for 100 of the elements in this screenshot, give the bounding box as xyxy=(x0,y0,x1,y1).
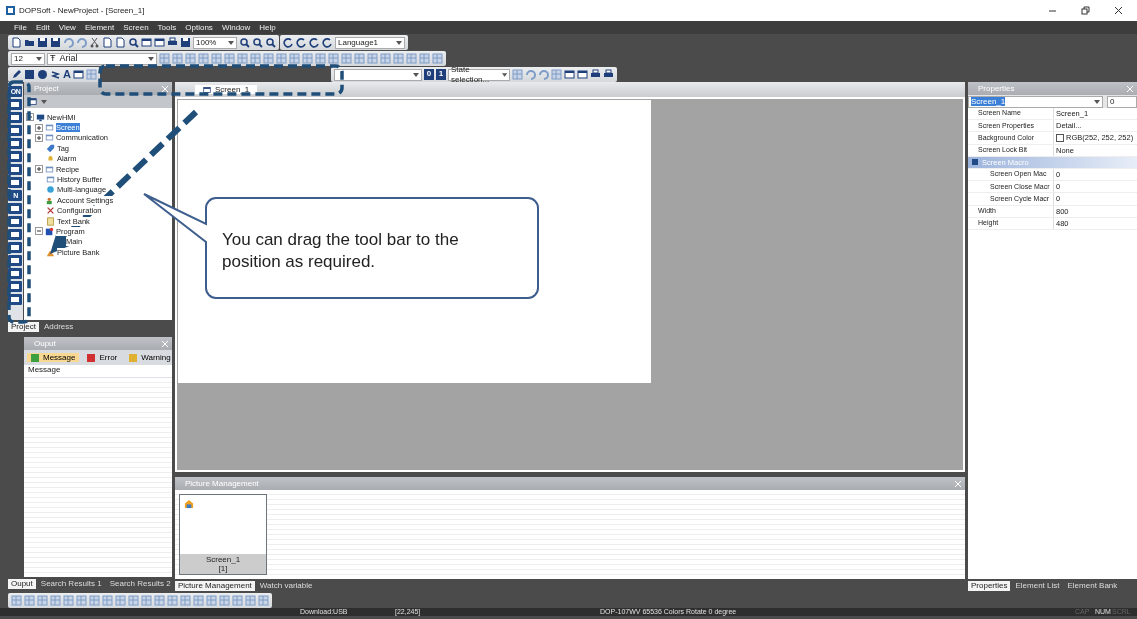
circle-icon[interactable] xyxy=(37,69,48,80)
tool-button[interactable] xyxy=(8,268,23,279)
tool-button[interactable] xyxy=(8,99,23,110)
caret-icon[interactable] xyxy=(148,56,154,61)
tool-button[interactable] xyxy=(8,255,23,266)
rotate-icon[interactable] xyxy=(283,37,294,48)
menu-item[interactable]: Screen xyxy=(123,22,149,33)
panel-title: Project xyxy=(32,83,59,94)
editor-tab[interactable]: Screen_1 xyxy=(195,84,258,95)
plus-box-icon[interactable] xyxy=(34,165,43,174)
printer-icon[interactable] xyxy=(602,69,614,80)
thumbnail-name: Screen_1 xyxy=(204,555,242,564)
font-name[interactable]: Arial xyxy=(59,53,78,64)
bit-button[interactable]: 1 xyxy=(435,69,446,80)
globe-icon xyxy=(45,185,55,195)
window-icon[interactable] xyxy=(141,37,152,48)
panel-tab[interactable]: Project xyxy=(8,321,39,332)
tool-button[interactable] xyxy=(8,294,23,305)
bit-button[interactable]: 0 xyxy=(423,69,434,80)
zigzag-icon[interactable] xyxy=(50,69,61,80)
state-dropdown[interactable]: State selection... xyxy=(447,68,510,81)
menu-item[interactable]: Edit xyxy=(35,22,50,33)
tool-button[interactable] xyxy=(8,242,23,253)
tools-icon xyxy=(45,206,55,216)
magnifier-icon[interactable] xyxy=(252,37,263,48)
language-dropdown[interactable]: Language1 xyxy=(335,36,405,49)
square-icon[interactable] xyxy=(24,69,35,80)
tool-button[interactable] xyxy=(8,229,23,240)
caret-icon[interactable] xyxy=(1094,99,1100,104)
window-icon[interactable] xyxy=(72,69,84,80)
index-field[interactable]: 0 xyxy=(1107,95,1137,108)
tool-button[interactable] xyxy=(8,112,23,123)
caret-icon[interactable] xyxy=(412,72,419,77)
panel-tab[interactable]: Element List xyxy=(1012,580,1063,591)
pencil-icon[interactable] xyxy=(11,69,22,80)
magnifier-icon[interactable] xyxy=(128,37,139,48)
caret-icon[interactable] xyxy=(36,56,42,61)
panel-tab[interactable]: Properties xyxy=(968,580,1011,591)
monitor-icon xyxy=(35,112,45,122)
tool-button[interactable] xyxy=(8,164,23,175)
font-type-glyph: Ŧ xyxy=(50,53,56,64)
tool-button[interactable] xyxy=(8,125,23,136)
screen-thumbnail[interactable]: Screen_1 [1] xyxy=(179,494,267,575)
menu-item[interactable]: Help xyxy=(259,22,276,33)
filter-button[interactable]: Error xyxy=(83,352,122,363)
magnifier-icon[interactable] xyxy=(239,37,250,48)
caret-icon[interactable] xyxy=(228,40,234,45)
caret-icon[interactable] xyxy=(396,40,402,45)
panel-title: Picture Management xyxy=(184,478,259,489)
caret-icon[interactable] xyxy=(501,72,507,77)
message-icon xyxy=(87,353,96,362)
panel-tab[interactable]: Picture Management xyxy=(175,580,255,591)
tool-button[interactable] xyxy=(8,138,23,149)
document-icon[interactable] xyxy=(115,37,126,48)
text-tool-glyph[interactable]: A xyxy=(63,67,71,82)
panel-tab[interactable]: Search Results 1 xyxy=(37,578,105,589)
zoom-dropdown[interactable]: 100% xyxy=(193,36,237,49)
printer-icon[interactable] xyxy=(167,37,178,48)
tool-button[interactable] xyxy=(8,177,23,188)
people-icon xyxy=(45,195,55,205)
window-icon[interactable] xyxy=(154,37,165,48)
window-icon[interactable] xyxy=(576,69,588,80)
menu-item[interactable]: Tools xyxy=(157,22,177,33)
rotate-icon[interactable] xyxy=(322,37,333,48)
element-dropdown[interactable] xyxy=(333,68,422,81)
note-icon xyxy=(45,216,55,226)
scissors-icon[interactable] xyxy=(89,37,100,48)
plus-box-icon[interactable] xyxy=(34,123,43,132)
menu-item[interactable]: View xyxy=(58,22,76,33)
tool-button[interactable] xyxy=(8,216,23,227)
rotate-icon[interactable] xyxy=(309,37,320,48)
panel-tab[interactable]: Address xyxy=(40,321,77,332)
panel-title: Ouput xyxy=(33,338,56,349)
document-icon[interactable] xyxy=(11,37,22,48)
plus-box-icon[interactable] xyxy=(34,133,43,142)
panel-tab[interactable]: Search Results 2 xyxy=(106,578,174,589)
printer-icon[interactable] xyxy=(589,69,601,80)
menu-item[interactable]: Element xyxy=(84,22,115,33)
caret-icon[interactable] xyxy=(40,99,47,104)
font-size-dropdown[interactable]: 12 xyxy=(11,52,45,65)
object-dropdown[interactable]: Screen_1 xyxy=(968,95,1103,108)
panel-tab[interactable]: Ouput xyxy=(8,578,36,589)
panel-tab[interactable]: Element Bank xyxy=(1064,580,1121,591)
menu-item[interactable]: Window xyxy=(221,22,251,33)
color-swatch[interactable] xyxy=(1056,133,1064,142)
tool-button[interactable] xyxy=(8,151,23,162)
document-icon[interactable] xyxy=(102,37,113,48)
filter-button[interactable]: Message xyxy=(27,352,80,363)
tool-button[interactable] xyxy=(8,281,23,292)
panel-tab[interactable]: Watch variable xyxy=(256,580,316,591)
filter-button[interactable]: Warning xyxy=(125,352,175,363)
restore-icon[interactable] xyxy=(1081,6,1090,15)
window-icon[interactable] xyxy=(563,69,575,80)
magnifier-icon[interactable] xyxy=(265,37,276,48)
folder-icon[interactable] xyxy=(24,37,35,48)
close-icon[interactable] xyxy=(1114,6,1123,15)
menu-item[interactable]: File xyxy=(14,22,27,33)
tool-button[interactable] xyxy=(8,203,23,214)
rotate-icon[interactable] xyxy=(296,37,307,48)
menu-item[interactable]: Options xyxy=(185,22,213,33)
